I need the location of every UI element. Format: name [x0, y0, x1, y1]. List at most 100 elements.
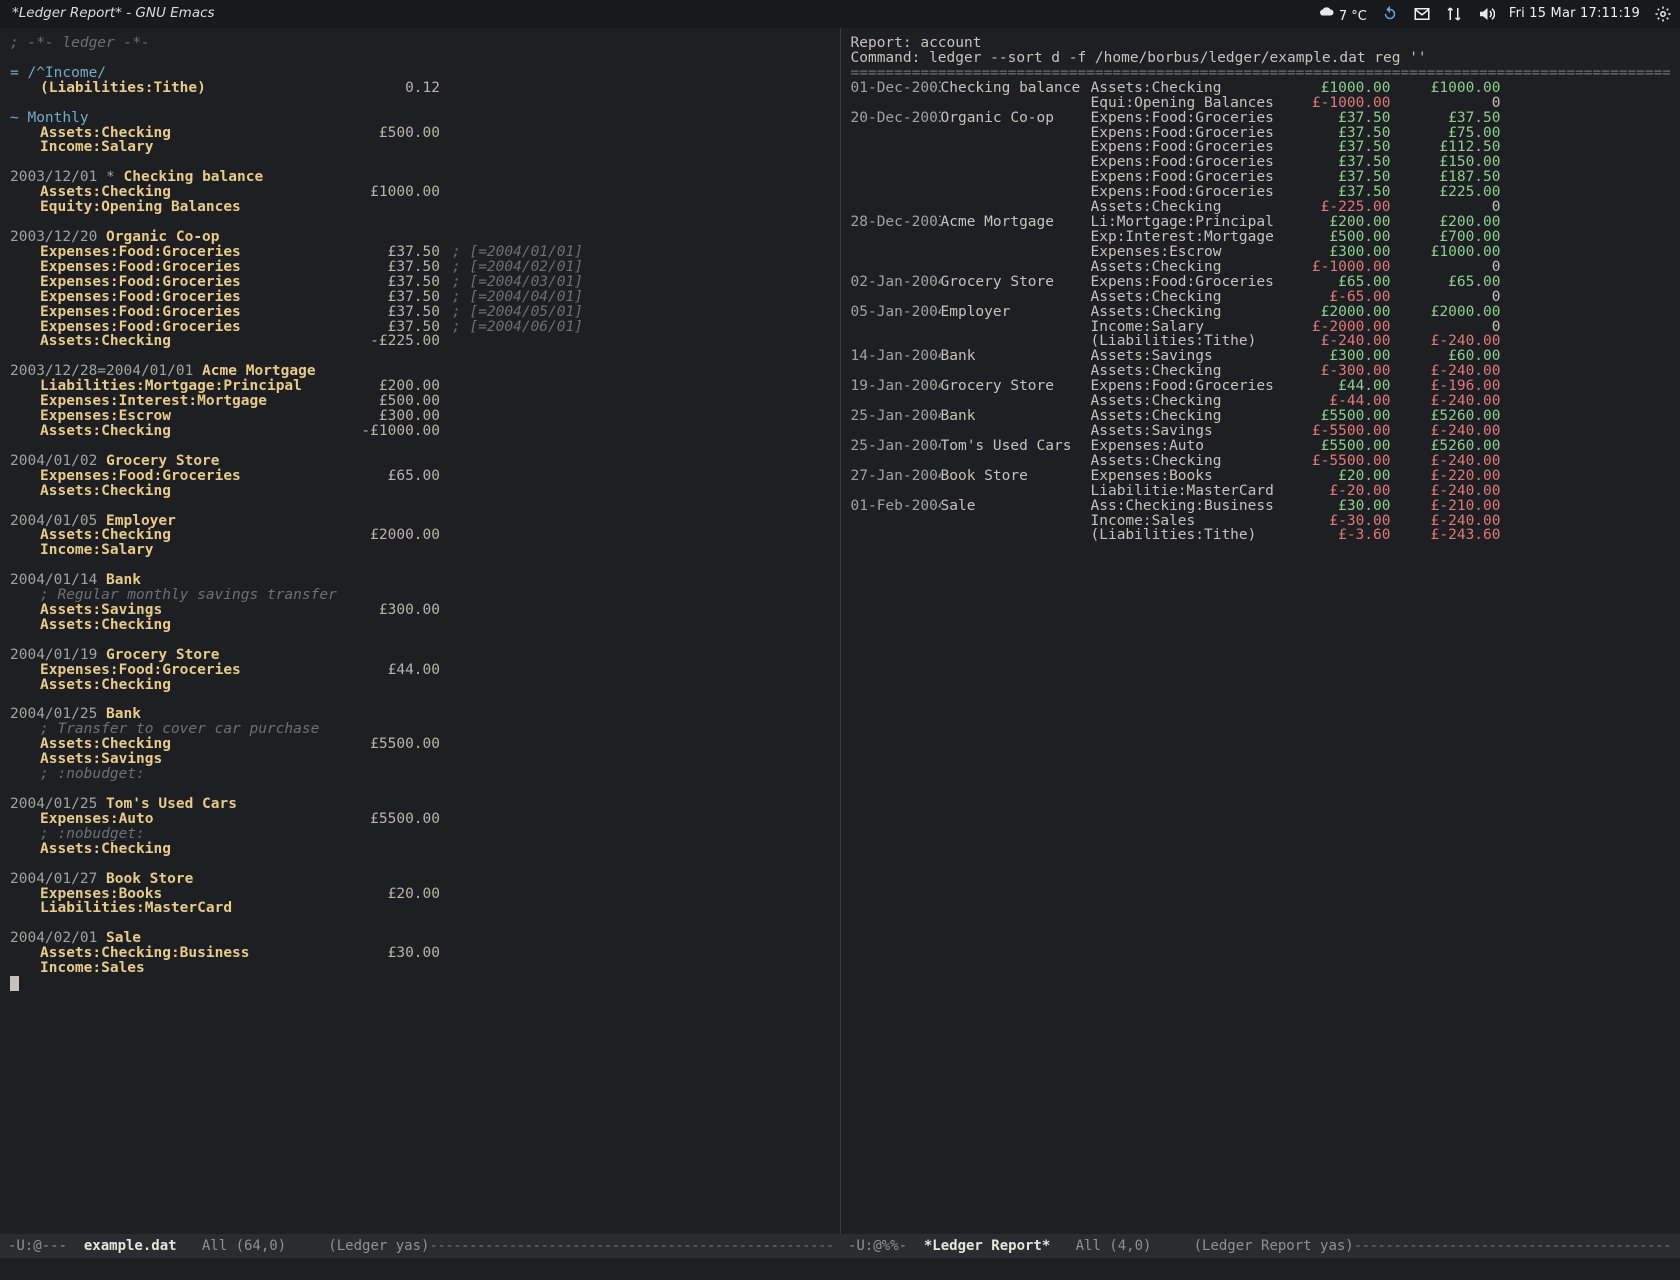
report-amount: £-1000.00	[1281, 260, 1391, 275]
report-running-total: £-240.00	[1391, 484, 1501, 499]
report-account: Expens:Food:Groceries	[1091, 185, 1281, 200]
report-running-total: £5260.00	[1391, 409, 1501, 424]
report-date	[851, 514, 941, 529]
report-amount: £-2000.00	[1281, 320, 1391, 335]
ledger-line: 2004/01/27 Book Store	[10, 872, 830, 887]
report-payee	[941, 126, 1091, 141]
minibuffer[interactable]	[0, 1258, 1680, 1280]
report-date	[851, 185, 941, 200]
ledger-line: Assets:Checking£500.00	[10, 126, 830, 141]
ledger-line: ; :nobudget:	[10, 827, 830, 842]
ledger-line: Assets:Checking-£1000.00	[10, 424, 830, 439]
system-tray: 7 °C Fri 15 Mar 17:11:19	[1317, 5, 1672, 23]
modeline-left[interactable]: -U:@--- example.dat All (64,0) (Ledger y…	[0, 1234, 840, 1258]
report-running-total: 0	[1391, 96, 1501, 111]
ledger-line: Expenses:Food:Groceries£37.50; [=2004/05…	[10, 305, 830, 320]
report-row: Exp:Interest:Mortgage£500.00£700.00	[851, 230, 1671, 245]
ledger-line: Assets:Checking:Business£30.00	[10, 946, 830, 961]
report-payee	[941, 290, 1091, 305]
ledger-line: ; -*- ledger -*-	[10, 36, 830, 51]
report-row: (Liabilities:Tithe)£-240.00£-240.00	[851, 334, 1671, 349]
report-payee	[941, 170, 1091, 185]
report-running-total: £60.00	[1391, 349, 1501, 364]
ledger-line: ~ Monthly	[10, 111, 830, 126]
report-date: 20-Dec-2003	[851, 111, 941, 126]
ledger-report-buffer[interactable]: Report: accountCommand: ledger --sort d …	[841, 28, 1680, 1234]
modeline-right[interactable]: -U:@%%- *Ledger Report* All (4,0) (Ledge…	[840, 1234, 1680, 1258]
ledger-line: ; Transfer to cover car purchase	[10, 722, 830, 737]
report-payee: Employer	[941, 305, 1091, 320]
report-running-total: 0	[1391, 320, 1501, 335]
report-date	[851, 170, 941, 185]
report-payee	[941, 96, 1091, 111]
ledger-line: Assets:Checking£5500.00	[10, 737, 830, 752]
report-date	[851, 484, 941, 499]
weather-indicator[interactable]: 7 °C	[1317, 5, 1367, 23]
report-amount: £500.00	[1281, 230, 1391, 245]
ledger-line: 2004/01/14 Bank	[10, 573, 830, 588]
ledger-line: Income:Sales	[10, 961, 830, 976]
ledger-source-buffer[interactable]: ; -*- ledger -*- = /^Income/(Liabilities…	[0, 28, 841, 1234]
report-account: Equi:Opening Balances	[1091, 96, 1281, 111]
report-amount: £300.00	[1281, 245, 1391, 260]
refresh-icon[interactable]	[1381, 5, 1399, 23]
report-date	[851, 126, 941, 141]
report-payee	[941, 245, 1091, 260]
report-amount: £300.00	[1281, 349, 1391, 364]
report-row: 25-Jan-2004Tom's Used CarsExpenses:Auto£…	[851, 439, 1671, 454]
report-row: Income:Salary£-2000.000	[851, 320, 1671, 335]
report-payee	[941, 394, 1091, 409]
report-running-total: £112.50	[1391, 140, 1501, 155]
report-account: Expens:Food:Groceries	[1091, 126, 1281, 141]
modeline-mode: (Ledger yas)	[328, 1239, 429, 1253]
modeline-buffer-name: example.dat	[84, 1239, 177, 1253]
report-amount: £37.50	[1281, 126, 1391, 141]
mail-icon[interactable]	[1413, 5, 1431, 23]
modeline-status: -U:@---	[8, 1239, 84, 1253]
network-icon[interactable]	[1445, 5, 1463, 23]
report-payee: Bank	[941, 409, 1091, 424]
ledger-line: Liabilities:Mortgage:Principal£200.00	[10, 379, 830, 394]
ledger-line: Assets:Savings£300.00	[10, 603, 830, 618]
report-payee	[941, 528, 1091, 543]
report-running-total: £37.50	[1391, 111, 1501, 126]
report-payee	[941, 454, 1091, 469]
report-running-total: £5260.00	[1391, 439, 1501, 454]
report-date: 05-Jan-2004	[851, 305, 941, 320]
volume-icon[interactable]	[1477, 5, 1495, 23]
ledger-line: 2004/01/02 Grocery Store	[10, 454, 830, 469]
report-payee	[941, 364, 1091, 379]
report-row: Liabilitie:MasterCard£-20.00£-240.00	[851, 484, 1671, 499]
report-payee	[941, 230, 1091, 245]
modeline-fill: ----------------------------------------…	[429, 1239, 832, 1253]
report-row: 02-Jan-2004Grocery StoreExpens:Food:Groc…	[851, 275, 1671, 290]
ledger-line: 2004/01/25 Bank	[10, 707, 830, 722]
report-row: Expenses:Escrow£300.00£1000.00	[851, 245, 1671, 260]
report-row: 14-Jan-2004BankAssets:Savings£300.00£60.…	[851, 349, 1671, 364]
report-date: 02-Jan-2004	[851, 275, 941, 290]
report-amount: £-300.00	[1281, 364, 1391, 379]
report-date	[851, 334, 941, 349]
report-command: Command: ledger --sort d -f /home/borbus…	[851, 51, 1671, 66]
report-account: Ass:Checking:Business	[1091, 499, 1281, 514]
clock[interactable]: Fri 15 Mar 17:11:19	[1509, 7, 1640, 20]
report-account: Assets:Checking	[1091, 409, 1281, 424]
modeline-position: All (64,0)	[177, 1239, 329, 1253]
report-payee	[941, 155, 1091, 170]
report-date	[851, 140, 941, 155]
report-title: Report: account	[851, 36, 1671, 51]
ledger-line: Expenses:Food:Groceries£44.00	[10, 663, 830, 678]
report-running-total: £2000.00	[1391, 305, 1501, 320]
text-cursor	[10, 976, 19, 991]
report-date: 01-Feb-2004	[851, 499, 941, 514]
report-running-total: 0	[1391, 260, 1501, 275]
report-running-total: £-240.00	[1391, 364, 1501, 379]
ledger-line: Assets:Checking	[10, 842, 830, 857]
ledger-line: Liabilities:MasterCard	[10, 901, 830, 916]
report-date	[851, 454, 941, 469]
settings-gear-icon[interactable]	[1654, 5, 1672, 23]
report-account: Assets:Savings	[1091, 424, 1281, 439]
report-payee: Grocery Store	[941, 379, 1091, 394]
report-running-total: 0	[1391, 200, 1501, 215]
report-rule: ========================================…	[851, 66, 1671, 81]
